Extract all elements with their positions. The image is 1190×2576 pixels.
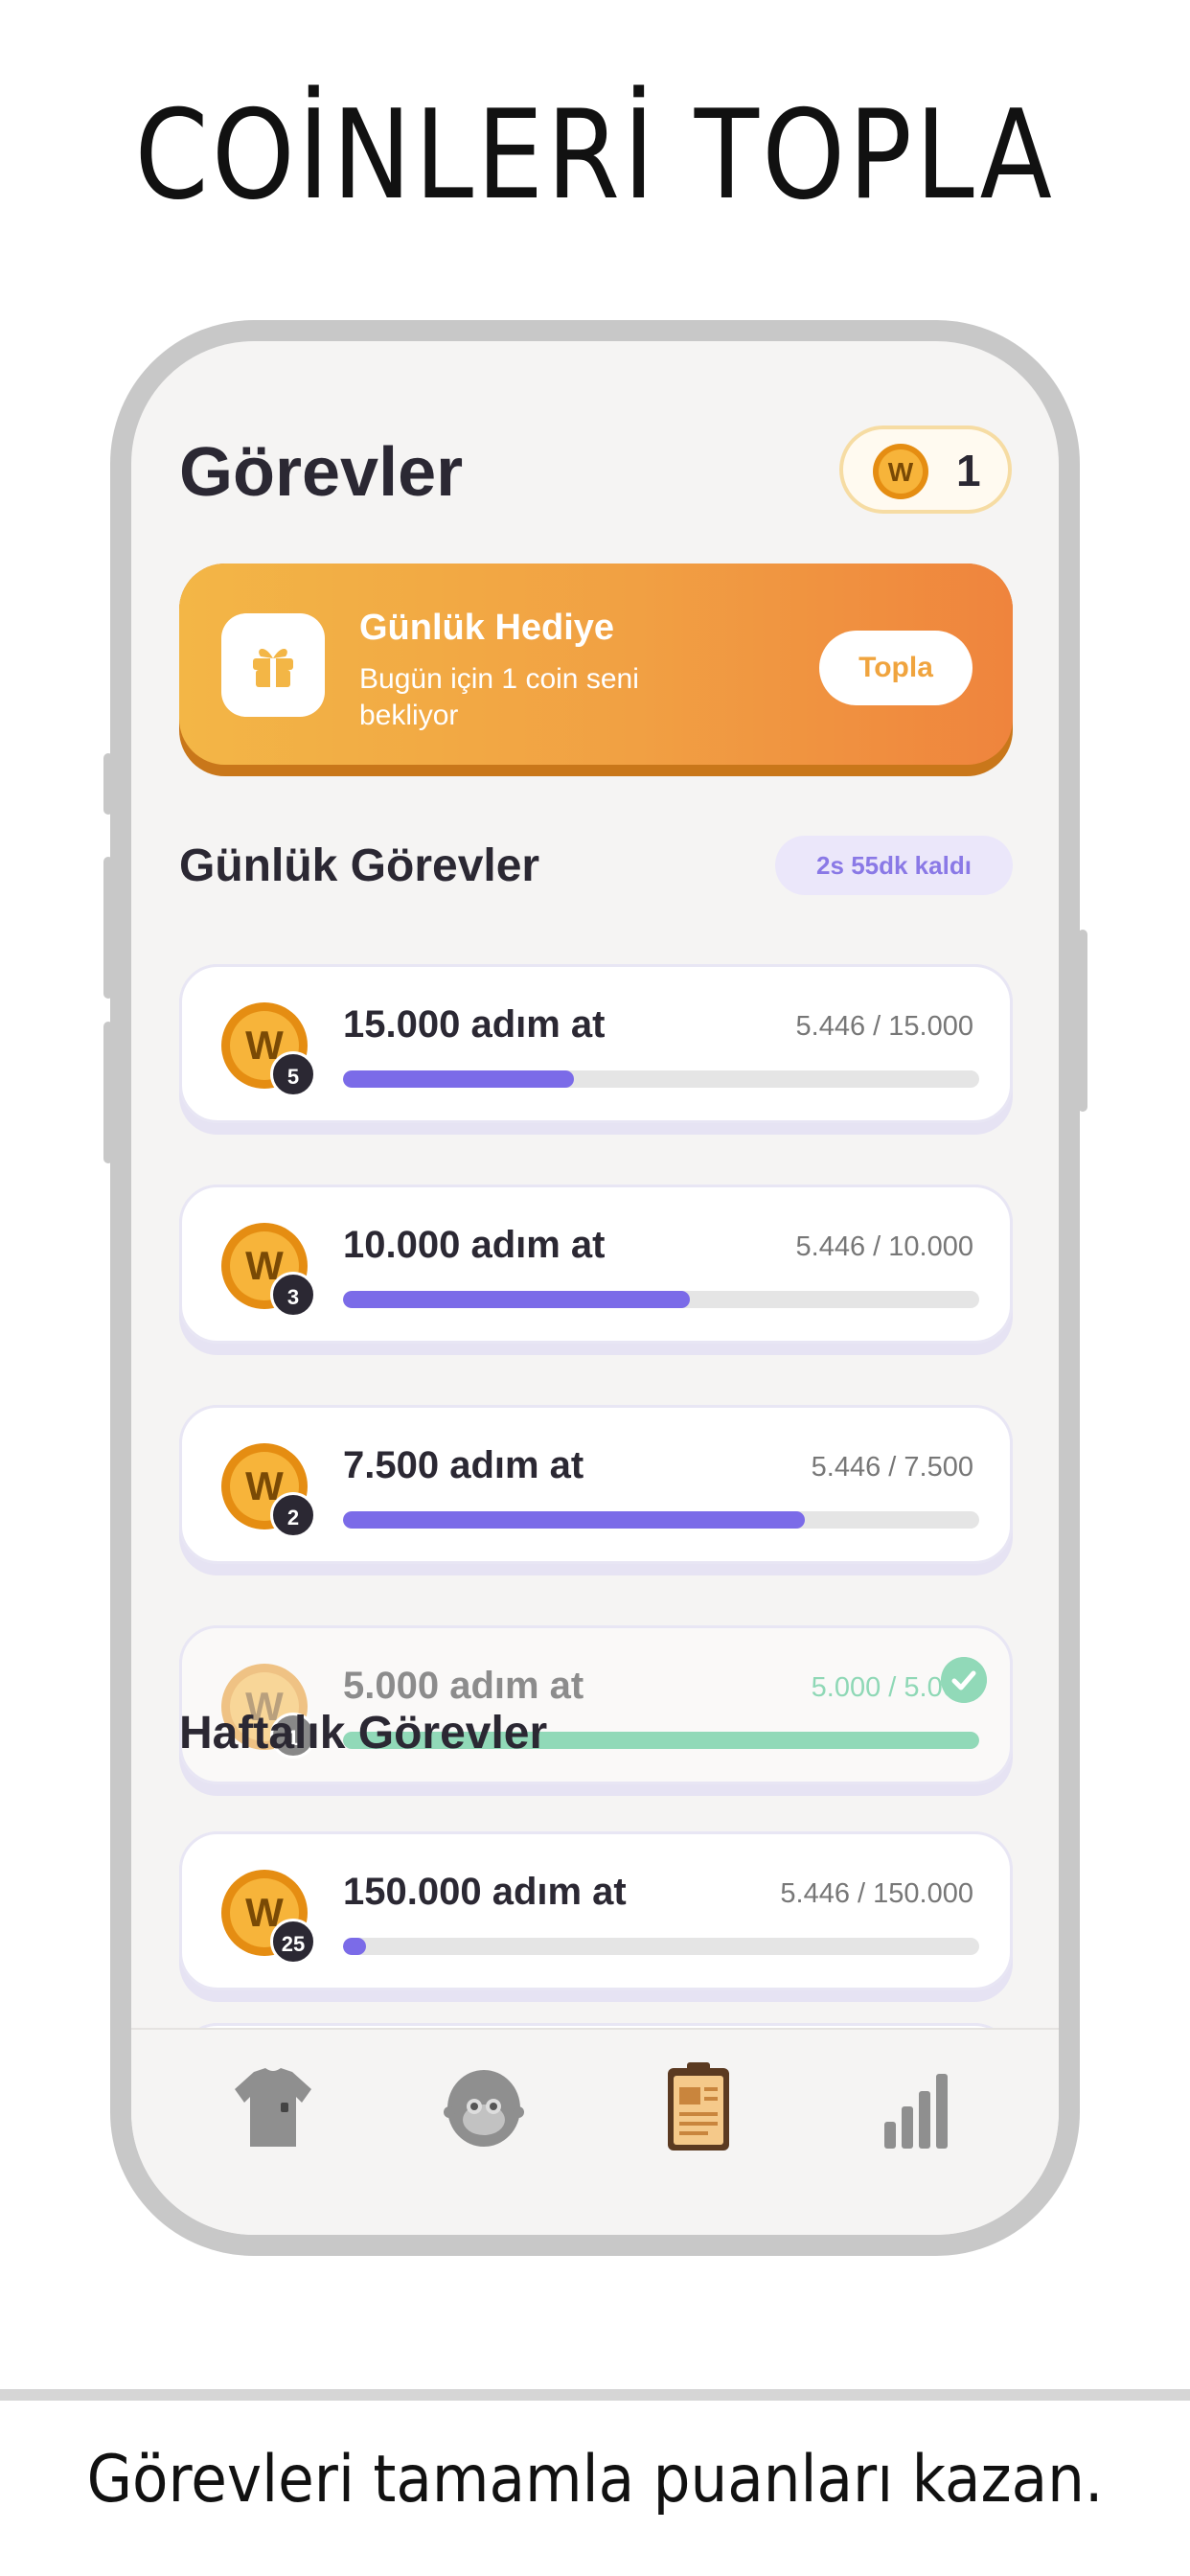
stats-icon[interactable] <box>865 2058 961 2154</box>
caption: Görevleri tamamla puanları kazan. <box>86 2442 1104 2518</box>
collect-button[interactable]: Topla <box>819 631 973 705</box>
task-progress-text: 5.446 / 7.500 <box>811 1452 973 1483</box>
progress-fill <box>343 1938 366 1955</box>
app-screen: Görevler W 1 Günlük Hediye Bugün için 1 … <box>131 341 1059 2235</box>
character-icon[interactable] <box>436 2058 532 2154</box>
progress-bar <box>343 1291 979 1308</box>
gift-icon <box>253 648 293 687</box>
progress-fill <box>343 1511 806 1529</box>
progress-fill <box>343 1070 575 1088</box>
task-progress-text: 5.446 / 150.000 <box>780 1878 973 1909</box>
daily-gift-card: Günlük Hediye Bugün için 1 coin seni bek… <box>179 564 1013 776</box>
coin-icon: W <box>873 444 928 499</box>
task-title: 15.000 adım at <box>343 1003 606 1046</box>
page-title: Görevler <box>179 434 464 511</box>
reward-badge: 25 <box>270 1919 316 1965</box>
gift-title: Günlük Hediye <box>359 608 615 648</box>
task-title: 7.500 adım at <box>343 1444 584 1486</box>
progress-bar <box>343 1938 979 1955</box>
headline: COİNLERİ TOPLA <box>134 84 1056 227</box>
reward-badge: 2 <box>270 1492 316 1538</box>
reward-badge: 3 <box>270 1272 316 1318</box>
daily-tasks-title: Günlük Görevler <box>179 840 540 891</box>
task-progress-text: 5.446 / 15.000 <box>795 1011 973 1042</box>
task-card[interactable]: W 3 10.000 adım at 5.446 / 10.000 <box>179 1184 1013 1355</box>
shirt-icon[interactable] <box>225 2058 321 2154</box>
coin-count: 1 <box>956 446 981 495</box>
timer-badge: 2s 55dk kaldı <box>775 836 1013 895</box>
task-title: 5.000 adım at <box>343 1665 584 1707</box>
reward-badge: 5 <box>270 1051 316 1097</box>
task-card[interactable]: W 2 7.500 adım at 5.446 / 7.500 <box>179 1405 1013 1576</box>
progress-bar <box>343 1511 979 1529</box>
task-title: 10.000 adım at <box>343 1224 606 1266</box>
progress-bar <box>343 1070 979 1088</box>
gift-subtitle: Bugün için 1 coin seni bekliyor <box>359 663 639 731</box>
check-icon <box>941 1657 987 1703</box>
divider <box>0 2389 1190 2401</box>
gift-icon-box <box>221 613 325 717</box>
svg-text:W: W <box>888 457 914 487</box>
task-card[interactable]: W 5 15.000 adım at 5.446 / 15.000 <box>179 964 1013 1135</box>
weekly-tasks-title: Haftalık Görevler <box>179 1708 548 1759</box>
tab-bar <box>131 2028 1059 2235</box>
clipboard-icon[interactable] <box>651 2058 746 2154</box>
progress-fill <box>343 1291 690 1308</box>
task-card[interactable]: W 25 150.000 adım at 5.446 / 150.000 <box>179 1831 1013 2002</box>
coin-balance[interactable]: W 1 <box>839 426 1012 514</box>
phone-frame: Görevler W 1 Günlük Hediye Bugün için 1 … <box>110 320 1080 2256</box>
task-progress-text: 5.446 / 10.000 <box>795 1231 973 1262</box>
task-title: 150.000 adım at <box>343 1871 627 1913</box>
